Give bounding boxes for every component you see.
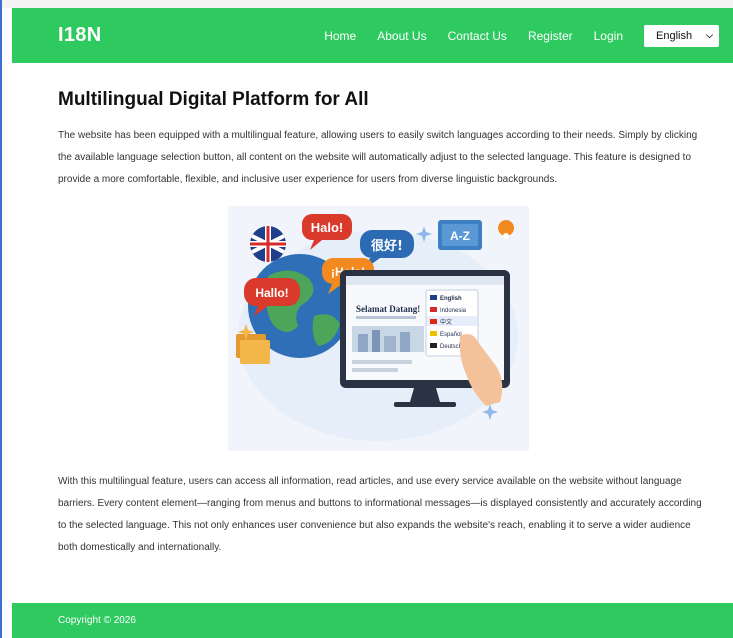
window-left-edge (0, 0, 2, 638)
language-select-value: English (656, 29, 693, 42)
main-nav: Home About Us Contact Us Register Login … (303, 24, 719, 47)
page: I18N Home About Us Contact Us Register L… (12, 8, 733, 638)
brand-logo[interactable]: I18N (58, 24, 101, 47)
intro-paragraph: The website has been equipped with a mul… (58, 129, 698, 185)
page-title: Multilingual Digital Platform for All (58, 89, 369, 110)
svg-text:Español: Español (440, 332, 462, 338)
body-paragraph: With this multilingual feature, users ca… (58, 475, 702, 553)
footer-copyright: Copyright © 2026 (58, 615, 136, 626)
chevron-down-icon: ⌵ (706, 30, 713, 40)
svg-text:很好!: 很好! (371, 238, 403, 254)
navbar: I18N Home About Us Contact Us Register L… (12, 8, 733, 63)
nav-contact-us[interactable]: Contact Us (448, 29, 507, 43)
language-select[interactable]: English ⌵ (644, 24, 719, 47)
nav-home[interactable]: Home (324, 29, 356, 43)
illustration-graphic: Halo! 很好! ¡Hola! Hallo! A-Z (236, 213, 518, 441)
svg-text:Indonesia: Indonesia (440, 308, 467, 314)
multilingual-illustration: Halo! 很好! ¡Hola! Hallo! A-Z (228, 205, 529, 451)
nav-about-us[interactable]: About Us (377, 29, 426, 43)
nav-login[interactable]: Login (594, 29, 623, 43)
svg-text:Deutsch: Deutsch (440, 344, 462, 350)
svg-text:A-Z: A-Z (450, 229, 470, 243)
svg-text:Hallo!: Hallo! (255, 286, 288, 300)
svg-text:Selamat Datang!: Selamat Datang! (356, 304, 420, 314)
footer: Copyright © 2026 (12, 603, 733, 638)
window-top-strip (2, 0, 733, 8)
svg-text:中文: 中文 (440, 318, 452, 326)
svg-text:Halo!: Halo! (311, 220, 344, 235)
svg-text:English: English (440, 296, 462, 302)
nav-register[interactable]: Register (528, 29, 573, 43)
main-content: Multilingual Digital Platform for All Th… (12, 63, 708, 559)
